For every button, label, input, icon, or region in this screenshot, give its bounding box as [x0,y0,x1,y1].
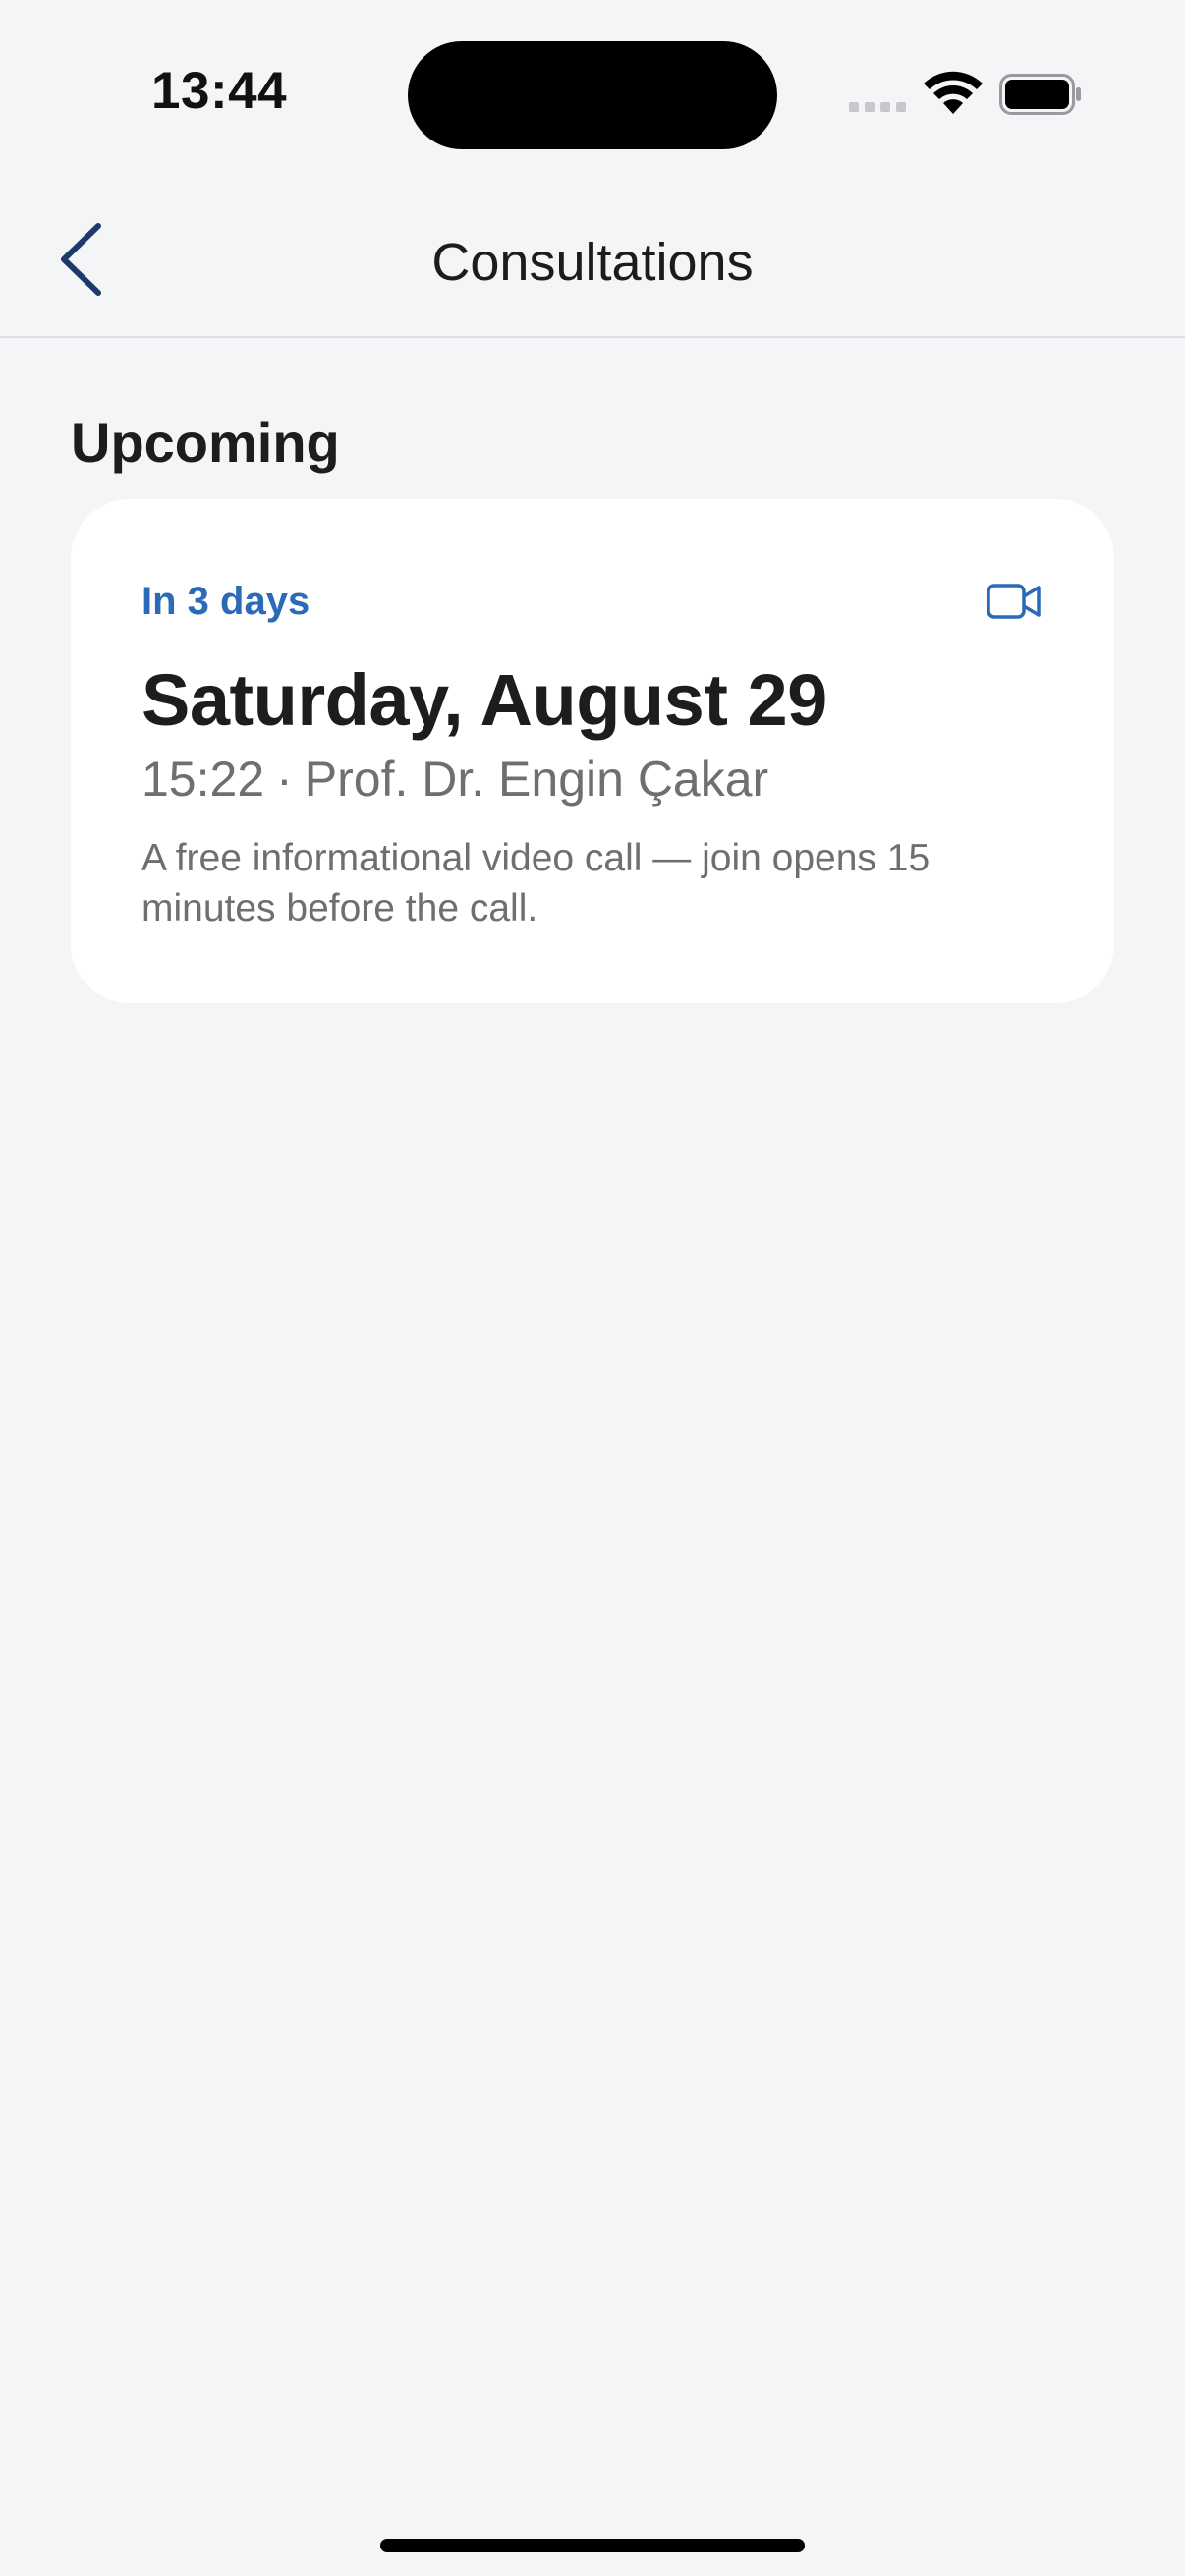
wifi-icon [924,71,983,114]
home-indicator[interactable] [380,2539,805,2552]
status-bar: 13:44 [0,0,1185,187]
appointment-date: Saturday, August 29 [141,659,827,741]
status-time: 13:44 [151,62,288,120]
appointment-doctor: Prof. Dr. Engin Çakar [304,752,769,807]
meta-separator: · [276,752,293,807]
navigation-bar: Consultations [0,187,1185,338]
video-camera-icon [987,584,1041,619]
section-title-upcoming: Upcoming [71,412,340,474]
appointment-meta: 15:22 · Prof. Dr. Engin Çakar [141,751,768,808]
appointment-relative-time: In 3 days [141,580,310,623]
page-title: Consultations [431,233,754,292]
cellular-signal-icon [849,102,906,112]
appointment-time: 15:22 [141,752,265,807]
battery-icon [999,74,1081,115]
appointment-description: A free informational video call — join o… [141,837,931,929]
appointment-card[interactable]: In 3 days Saturday, August 29 15:22 · Prof… [71,499,1114,1003]
dynamic-island [408,41,777,149]
